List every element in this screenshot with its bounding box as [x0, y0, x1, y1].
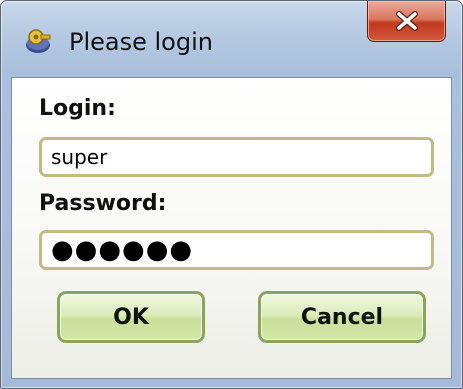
password-input[interactable] [39, 230, 434, 270]
login-label: Login: [39, 96, 116, 121]
window-title: Please login [69, 28, 213, 56]
close-button[interactable] [367, 1, 446, 42]
password-label: Password: [39, 191, 167, 216]
login-input[interactable] [39, 137, 434, 177]
key-lock-icon [23, 26, 53, 56]
ok-button[interactable]: OK [57, 291, 205, 343]
cancel-button[interactable]: Cancel [258, 291, 426, 343]
login-dialog-window: Please login Login: Password: OK Cancel [0, 0, 463, 389]
title-bar[interactable]: Please login [1, 1, 462, 77]
close-icon [394, 10, 420, 32]
